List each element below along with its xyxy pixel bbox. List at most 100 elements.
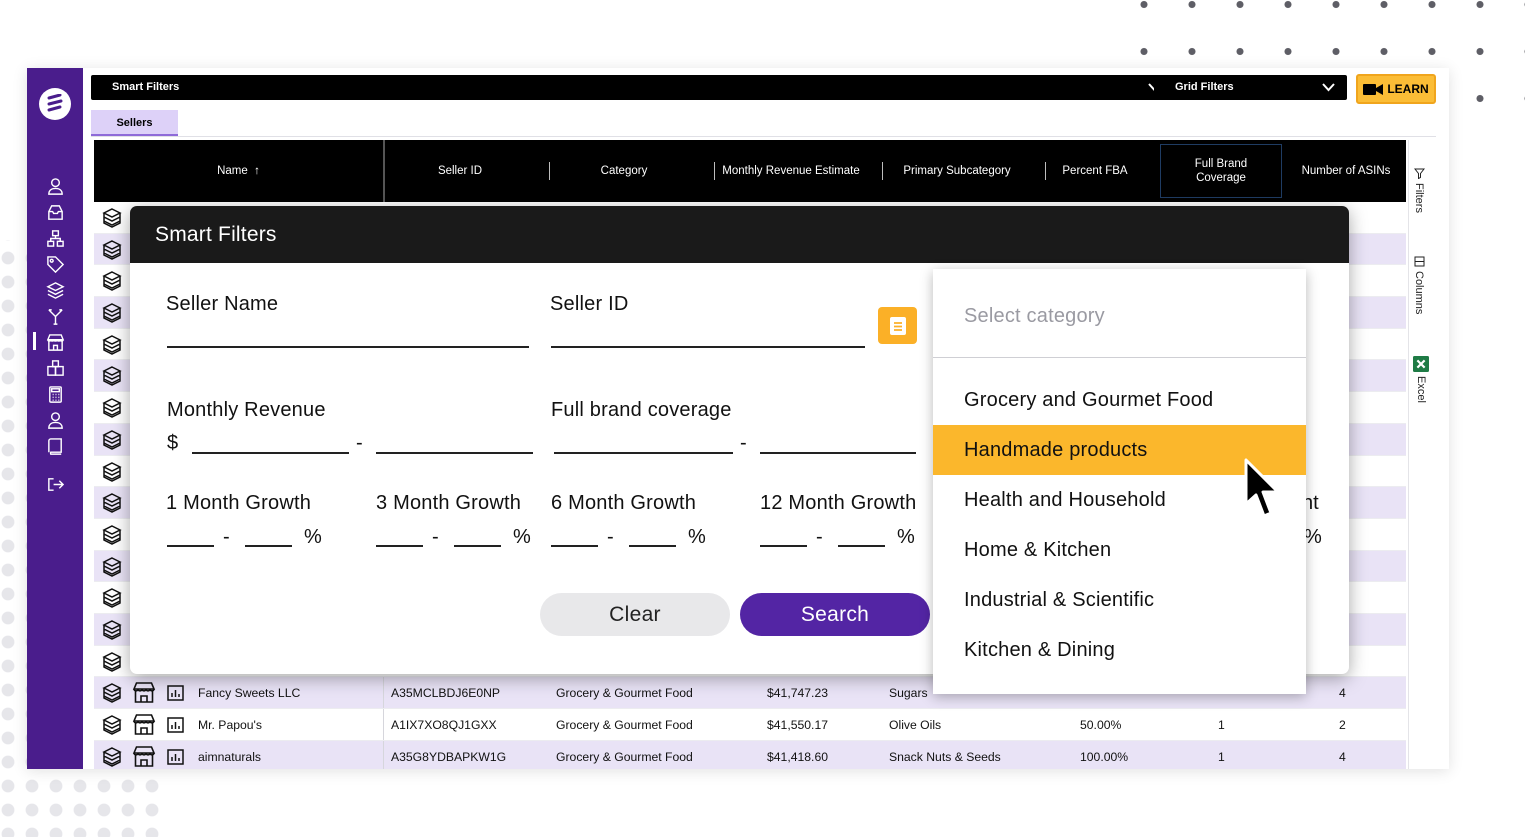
product-box-icon[interactable] <box>101 524 123 546</box>
brand-coverage-label: Full brand coverage <box>551 399 732 421</box>
cell-revenue: $41,418.60 <box>767 749 828 764</box>
range-dash: - <box>356 432 363 454</box>
grid-filters-dropdown[interactable]: Grid Filters <box>1154 75 1347 100</box>
product-box-icon[interactable] <box>101 556 123 578</box>
calculator-icon[interactable] <box>45 384 65 404</box>
inbox-icon[interactable] <box>45 202 65 222</box>
column-asins-label: Number of ASINs <box>1301 165 1391 177</box>
smart-filters-dropdown[interactable]: Smart Filters <box>91 75 1173 100</box>
filters-label: Filters <box>1413 183 1425 213</box>
product-box-icon[interactable] <box>101 207 123 229</box>
hierarchy-icon[interactable] <box>45 228 65 248</box>
product-box-icon[interactable] <box>101 714 123 736</box>
learn-button[interactable]: LEARN <box>1356 74 1436 104</box>
column-header-percent-fba[interactable]: Percent FBA <box>1049 140 1141 202</box>
smart-filters-label: Smart Filters <box>112 81 180 93</box>
product-box-icon[interactable] <box>101 619 123 641</box>
profile-icon[interactable] <box>45 410 65 430</box>
app-logo[interactable] <box>39 88 71 120</box>
column-brand-coverage-label: Full Brand Coverage <box>1194 158 1248 184</box>
growth-12-max-input[interactable] <box>838 545 885 547</box>
range-dash: - <box>223 526 230 548</box>
cell-name: Mr. Papou's <box>198 718 262 732</box>
product-box-icon[interactable] <box>101 397 123 419</box>
column-seller-id-label: Seller ID <box>437 165 483 177</box>
chart-icon[interactable] <box>167 748 184 765</box>
growth-1-min-input[interactable] <box>167 545 214 547</box>
cell-category: Grocery & Gourmet Food <box>556 749 693 764</box>
cell-subcategory: Snack Nuts & Seeds <box>889 749 1001 764</box>
column-header-name[interactable]: Name ↑ <box>94 140 383 202</box>
storefront-icon[interactable] <box>132 745 156 768</box>
dropdown-divider <box>933 357 1306 358</box>
book-icon[interactable] <box>45 436 65 456</box>
filters-panel-toggle[interactable]: Filters <box>1413 168 1425 213</box>
growth-6-max-input[interactable] <box>629 545 676 547</box>
brand-coverage-min-input[interactable] <box>554 452 733 454</box>
growth-3-max-input[interactable] <box>454 545 501 547</box>
seller-name-input[interactable] <box>167 346 529 348</box>
seller-name-label: Seller Name <box>166 293 279 315</box>
product-box-icon[interactable] <box>101 365 123 387</box>
product-box-icon[interactable] <box>101 682 123 704</box>
product-box-icon[interactable] <box>101 302 123 324</box>
product-box-icon[interactable] <box>101 461 123 483</box>
category-option[interactable]: Industrial & Scientific <box>933 575 1306 625</box>
tag-icon[interactable] <box>45 254 65 274</box>
store-icon[interactable] <box>45 332 65 352</box>
product-box-icon[interactable] <box>101 270 123 292</box>
column-header-subcategory[interactable]: Primary Subcategory <box>887 140 1027 202</box>
chart-icon[interactable] <box>167 685 184 702</box>
product-box-icon[interactable] <box>101 429 123 451</box>
product-box-icon[interactable] <box>101 587 123 609</box>
brand-coverage-max-input[interactable] <box>760 452 916 454</box>
revenue-min-input[interactable] <box>192 452 349 454</box>
logout-icon[interactable] <box>45 474 65 494</box>
column-header-category[interactable]: Category <box>554 140 694 202</box>
column-header-asins[interactable]: Number of ASINs <box>1290 140 1402 202</box>
product-box-icon[interactable] <box>101 492 123 514</box>
growth-12-min-input[interactable] <box>760 545 807 547</box>
table-row[interactable]: aimnaturals A35G8YDBAPKW1G Grocery & Gourm… <box>94 740 1406 769</box>
seller-id-input[interactable] <box>551 346 865 348</box>
range-dash: - <box>816 526 823 548</box>
growth-3-min-input[interactable] <box>376 545 423 547</box>
growth-6-min-input[interactable] <box>551 545 598 547</box>
stage: Smart Filters Grid Filters LEARN Sellers… <box>0 0 1525 837</box>
columns-panel-toggle[interactable]: Columns <box>1413 256 1425 314</box>
cell-percent-fba: 50.00% <box>1080 718 1122 732</box>
columns-icon <box>1414 256 1424 267</box>
stack-icon[interactable] <box>45 280 65 300</box>
product-box-icon[interactable] <box>101 239 123 261</box>
column-header-seller-id[interactable]: Seller ID <box>385 140 535 202</box>
active-indicator <box>33 332 36 350</box>
chart-icon[interactable] <box>167 717 184 733</box>
storefront-icon[interactable] <box>132 713 156 736</box>
column-header-brand-coverage[interactable]: Full Brand Coverage <box>1160 144 1282 198</box>
storefront-icon[interactable] <box>132 681 156 704</box>
cell-brand-coverage: 1 <box>1218 718 1225 732</box>
paste-list-button[interactable] <box>878 307 917 344</box>
revenue-max-input[interactable] <box>376 452 533 454</box>
product-box-icon[interactable] <box>101 651 123 673</box>
video-camera-icon <box>1363 83 1384 95</box>
search-button[interactable]: Search <box>740 593 930 636</box>
document-icon <box>889 316 906 335</box>
sidebar <box>27 68 83 769</box>
boxes-icon[interactable] <box>45 358 65 378</box>
table-row[interactable]: Mr. Papou's A1IX7XO8QJ1GXX Grocery & Gourm… <box>94 709 1406 741</box>
category-select-placeholder[interactable]: Select category <box>964 305 1105 328</box>
product-box-icon[interactable] <box>101 746 123 768</box>
product-box-icon[interactable] <box>101 334 123 356</box>
range-dash: - <box>432 526 439 548</box>
column-header-revenue[interactable]: Monthly Revenue Estimate <box>716 140 866 202</box>
user-icon[interactable] <box>45 176 65 196</box>
category-option[interactable]: Kitchen & Dining <box>933 625 1306 675</box>
tab-sellers[interactable]: Sellers <box>91 110 178 136</box>
clear-button[interactable]: Clear <box>540 593 730 636</box>
growth-1-max-input[interactable] <box>245 545 292 547</box>
category-option[interactable]: Grocery and Gourmet Food <box>933 375 1306 425</box>
network-icon[interactable] <box>45 306 65 326</box>
category-option[interactable]: Home & Kitchen <box>933 525 1306 575</box>
excel-export-button[interactable]: Excel <box>1413 356 1429 403</box>
